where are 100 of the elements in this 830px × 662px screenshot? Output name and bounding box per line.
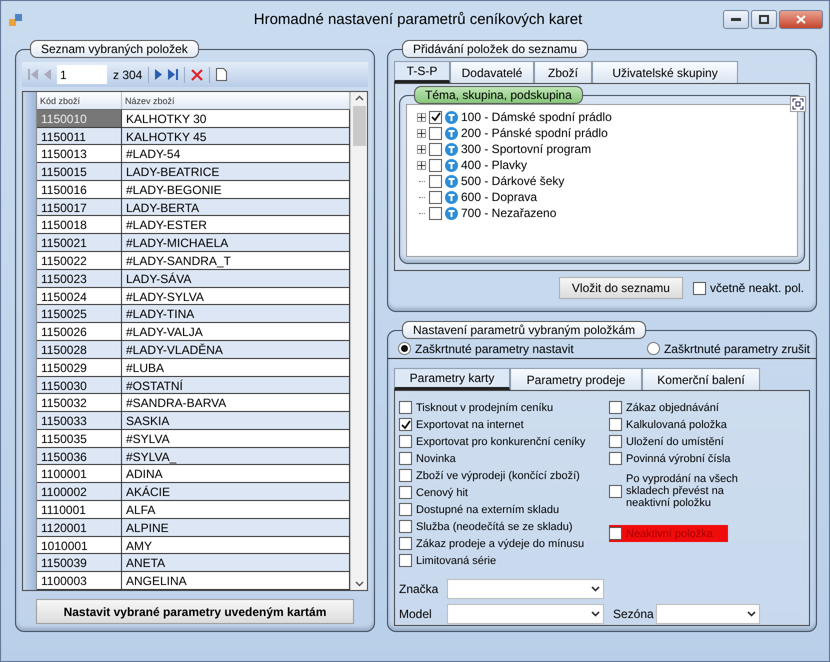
checkbox[interactable] [609, 484, 622, 498]
column-header[interactable]: Kód zboží [37, 92, 122, 109]
checkbox-label[interactable]: Uložení do umístění [626, 436, 724, 448]
last-page-icon[interactable] [168, 69, 178, 80]
delete-icon[interactable] [191, 68, 204, 80]
radio-label[interactable]: Zaškrtnuté parametry nastavit [415, 342, 574, 356]
checkbox[interactable] [429, 206, 442, 220]
table-cell: 1150024 [37, 288, 122, 304]
checkbox-label[interactable]: Služba (neodečítá se ze skladu) [416, 520, 573, 532]
checkbox[interactable] [399, 520, 412, 533]
checkbox[interactable] [429, 174, 442, 188]
table-cell: 1150018 [37, 216, 122, 234]
checkbox[interactable] [399, 418, 412, 431]
table-cell: 1150016 [37, 180, 122, 198]
next-page-icon[interactable] [155, 69, 162, 80]
checkbox[interactable] [429, 142, 442, 156]
tree-item-label[interactable]: 600 - Doprava [461, 190, 538, 204]
dropdown-field[interactable] [447, 604, 604, 624]
page-number-field[interactable]: 1 [57, 65, 107, 84]
checkbox[interactable] [429, 158, 442, 172]
dropdown-field[interactable] [447, 579, 604, 599]
checkbox-label[interactable]: Cenový hit [416, 486, 468, 498]
tab[interactable]: Parametry prodeje [510, 368, 642, 390]
table-cell: 1150021 [37, 234, 122, 252]
checkbox-label[interactable]: Zákaz prodeje a výdeje do mínusu [416, 538, 584, 550]
expand-icon[interactable] [417, 160, 426, 170]
checkbox[interactable] [399, 469, 412, 482]
scroll-thumb[interactable] [352, 106, 366, 146]
checkbox-label[interactable]: Exportovat pro konkurenční ceníky [416, 436, 586, 448]
table-cell: 1150039 [37, 554, 122, 572]
add-to-list-button[interactable]: Vložit do seznamu [558, 277, 683, 299]
tab[interactable]: Dodavatelé [450, 61, 534, 83]
checkbox[interactable] [399, 452, 412, 465]
tree-item-label[interactable]: 500 - Dárkové šeky [461, 174, 564, 188]
close-button[interactable] [779, 10, 823, 29]
expand-icon[interactable] [417, 112, 426, 122]
group-title: Přidávání položek do seznamu [402, 40, 588, 58]
app-icon [9, 12, 23, 26]
checkbox[interactable] [609, 418, 622, 431]
tree-item-label[interactable]: 300 - Sportovní program [461, 142, 592, 156]
tree-item-label[interactable]: 400 - Plavky [461, 158, 528, 172]
checkbox-label[interactable]: Kalkulovaná položka [626, 418, 727, 430]
checkbox[interactable] [399, 401, 412, 414]
scrollbar[interactable] [350, 92, 367, 590]
checkbox[interactable] [429, 126, 442, 140]
expand-icon[interactable] [417, 144, 426, 154]
expand-icon[interactable] [417, 128, 426, 138]
checkbox-label[interactable]: Tisknout v prodejním ceníku [416, 402, 554, 414]
table-cell: 1150025 [37, 305, 122, 322]
checkbox[interactable] [399, 537, 412, 550]
checkbox[interactable] [399, 435, 412, 448]
checkbox-label[interactable]: Po vyprodání na všech skladech převést na neaktivní položku [626, 473, 766, 509]
tab[interactable]: T-S-P [394, 61, 450, 83]
tab[interactable]: Zboží [534, 61, 592, 83]
table-cell: 1150030 [37, 376, 122, 394]
checkbox[interactable] [609, 527, 622, 540]
tree-item-label[interactable]: 200 - Pánské spodní prádlo [461, 126, 608, 140]
minimize-button[interactable] [723, 10, 749, 29]
checkbox[interactable] [609, 452, 622, 465]
apply-settings-button[interactable]: Nastavit vybrané parametry uvedeným kartám [36, 599, 354, 624]
table-cell: 1100002 [37, 483, 122, 500]
checkbox-label[interactable]: Povinná výrobní čísla [626, 452, 731, 464]
category-icon [445, 126, 458, 140]
category-icon [445, 142, 458, 156]
checkbox[interactable] [429, 110, 442, 124]
checkbox[interactable] [399, 486, 412, 499]
radio-button[interactable] [398, 342, 411, 355]
dropdown-field[interactable] [656, 604, 760, 624]
checkbox-label[interactable]: včetně neakt. pol. [710, 281, 804, 295]
checkbox[interactable] [609, 401, 622, 414]
checkbox[interactable] [399, 503, 412, 516]
new-document-icon[interactable] [216, 68, 228, 81]
radio-button[interactable] [646, 342, 660, 355]
checkbox[interactable] [429, 190, 442, 204]
tree-item-label[interactable]: 700 - Nezařazeno [461, 206, 556, 220]
checkbox-label[interactable]: Limitovaná série [416, 554, 496, 566]
table-cell: 1150028 [37, 340, 122, 358]
checkbox-label[interactable]: Exportovat na internet [416, 418, 524, 430]
table-cell: 1150022 [37, 252, 122, 269]
table-cell: 1150010 [37, 110, 122, 127]
window-title: Hromadné nastavení parametrů ceníkových karet [252, 11, 584, 28]
checkbox[interactable] [692, 282, 706, 294]
tree-item-label[interactable]: 100 - Dámské spodní prádlo [461, 110, 612, 124]
checkbox[interactable] [609, 435, 622, 448]
tab[interactable]: Uživatelské skupiny [592, 61, 738, 83]
table-cell: 1150029 [37, 358, 122, 376]
maximize-button[interactable] [751, 10, 777, 29]
field-label: Sezóna [612, 607, 655, 621]
checkbox[interactable] [399, 554, 412, 567]
expand-view-icon[interactable] [790, 96, 806, 112]
table-cell: 1150023 [37, 270, 122, 287]
table-cell: 1150033 [37, 412, 122, 429]
checkbox-label[interactable]: Novinka [416, 452, 456, 464]
checkbox-label[interactable]: Zákaz objednávání [626, 402, 719, 414]
checkbox-label[interactable]: Zboží ve výprodeji (končící zboží) [416, 470, 580, 482]
tab[interactable]: Parametry karty [394, 368, 510, 390]
group-title: Téma, skupina, podskupina [414, 86, 583, 104]
tab[interactable]: Komerční balení [642, 368, 760, 390]
radio-label[interactable]: Zaškrtnuté parametry zrušit [664, 342, 810, 356]
checkbox-label[interactable]: Dostupné na externím skladu [416, 504, 560, 516]
